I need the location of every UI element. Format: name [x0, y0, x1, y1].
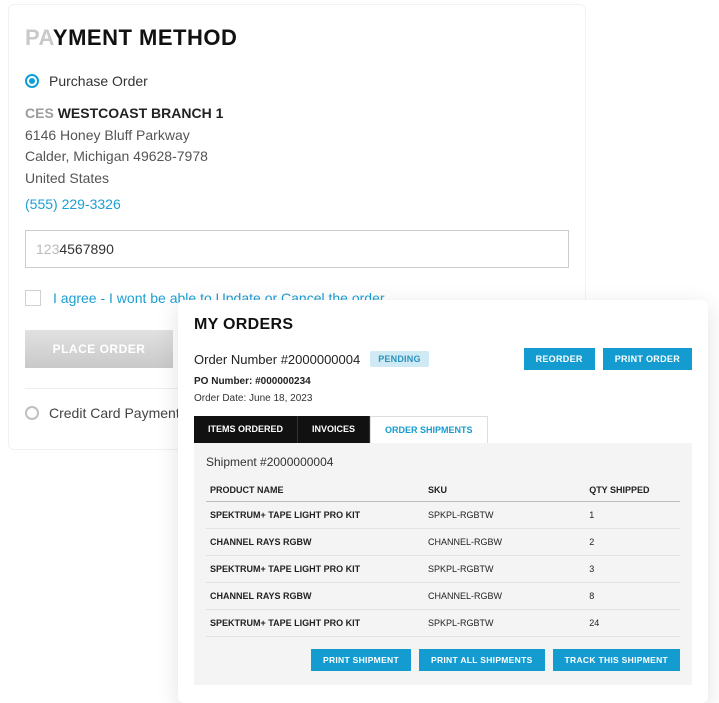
reorder-button[interactable]: REORDER: [524, 348, 595, 370]
po-number-line: PO Number: #000000234: [194, 376, 692, 387]
track-shipment-button[interactable]: TRACK THIS SHIPMENT: [553, 649, 680, 671]
order-header-row: Order Number #2000000004 PENDING REORDER…: [194, 348, 692, 370]
cell-product-name: CHANNEL RAYS RGBW: [206, 529, 424, 556]
table-row: SPEKTRUM+ TAPE LIGHT PRO KITSPKPL-RGBTW2…: [206, 610, 680, 637]
order-number: Order Number #2000000004: [194, 352, 360, 367]
payment-method-title: PAYMENT METHOD: [25, 25, 569, 51]
table-row: SPEKTRUM+ TAPE LIGHT PRO KITSPKPL-RGBTW3: [206, 556, 680, 583]
cell-qty: 2: [585, 529, 680, 556]
place-order-button[interactable]: PLACE ORDER: [25, 330, 173, 368]
order-tabs: ITEMS ORDERED INVOICES ORDER SHIPMENTS: [194, 416, 692, 443]
tab-invoices[interactable]: INVOICES: [298, 416, 370, 443]
checkbox-unchecked-icon: [25, 290, 41, 306]
cell-sku: SPKPL-RGBTW: [424, 502, 585, 529]
cell-product-name: SPEKTRUM+ TAPE LIGHT PRO KIT: [206, 556, 424, 583]
cell-product-name: CHANNEL RAYS RGBW: [206, 583, 424, 610]
shipment-section: Shipment #2000000004 PRODUCT NAME SKU QT…: [194, 443, 692, 685]
po-number-input[interactable]: 1234567890: [25, 230, 569, 268]
cell-qty: 1: [585, 502, 680, 529]
order-date-line: Order Date: June 18, 2023: [194, 393, 692, 404]
table-row: SPEKTRUM+ TAPE LIGHT PRO KITSPKPL-RGBTW1: [206, 502, 680, 529]
cell-sku: SPKPL-RGBTW: [424, 610, 585, 637]
company-name: CES WESTCOAST BRANCH 1: [25, 103, 569, 125]
status-badge: PENDING: [370, 351, 428, 367]
cell-qty: 8: [585, 583, 680, 610]
cell-qty: 24: [585, 610, 680, 637]
address-line-1: 6146 Honey Bluff Parkway: [25, 125, 569, 147]
radio-unselected-icon: [25, 406, 39, 420]
cell-sku: SPKPL-RGBTW: [424, 556, 585, 583]
col-qty: QTY SHIPPED: [585, 479, 680, 502]
tab-items-ordered[interactable]: ITEMS ORDERED: [194, 416, 298, 443]
cell-qty: 3: [585, 556, 680, 583]
my-orders-title: MY ORDERS: [194, 316, 692, 334]
shipment-buttons: PRINT SHIPMENT PRINT ALL SHIPMENTS TRACK…: [206, 649, 680, 671]
col-product-name: PRODUCT NAME: [206, 479, 424, 502]
payment-option-purchase-order[interactable]: Purchase Order: [25, 73, 569, 89]
print-order-button[interactable]: PRINT ORDER: [603, 348, 692, 370]
print-all-shipments-button[interactable]: PRINT ALL SHIPMENTS: [419, 649, 545, 671]
phone-link[interactable]: (555) 229-3326: [25, 196, 121, 212]
tab-order-shipments[interactable]: ORDER SHIPMENTS: [370, 416, 488, 443]
payment-option-label: Purchase Order: [49, 73, 148, 89]
my-orders-panel: MY ORDERS Order Number #2000000004 PENDI…: [178, 300, 708, 703]
col-sku: SKU: [424, 479, 585, 502]
address-line-2: Calder, Michigan 49628-7978: [25, 146, 569, 168]
radio-selected-icon: [25, 74, 39, 88]
cell-product-name: SPEKTRUM+ TAPE LIGHT PRO KIT: [206, 502, 424, 529]
print-shipment-button[interactable]: PRINT SHIPMENT: [311, 649, 411, 671]
cell-product-name: SPEKTRUM+ TAPE LIGHT PRO KIT: [206, 610, 424, 637]
shipment-table: PRODUCT NAME SKU QTY SHIPPED SPEKTRUM+ T…: [206, 479, 680, 637]
cell-sku: CHANNEL-RGBW: [424, 529, 585, 556]
billing-address: CES WESTCOAST BRANCH 1 6146 Honey Bluff …: [25, 103, 569, 190]
cell-sku: CHANNEL-RGBW: [424, 583, 585, 610]
table-row: CHANNEL RAYS RGBWCHANNEL-RGBW8: [206, 583, 680, 610]
table-row: CHANNEL RAYS RGBWCHANNEL-RGBW2: [206, 529, 680, 556]
address-country: United States: [25, 168, 569, 190]
shipment-title: Shipment #2000000004: [206, 455, 680, 469]
payment-option-label: Credit Card Payment: [49, 405, 180, 421]
